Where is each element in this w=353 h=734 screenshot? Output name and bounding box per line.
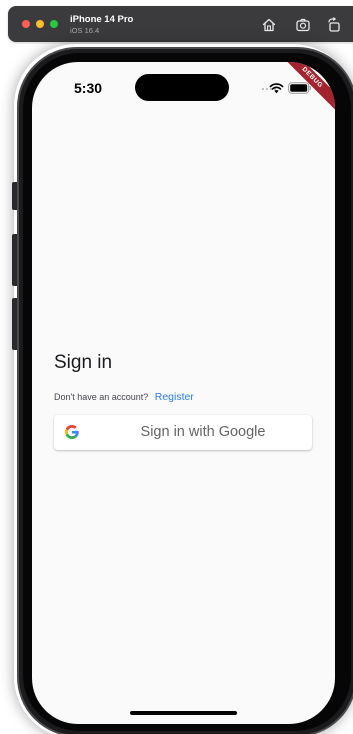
home-indicator[interactable] [130,711,237,715]
home-icon[interactable] [261,17,277,33]
page-title: Sign in [54,352,113,373]
register-prompt-line: Don't have an account? Register [54,387,194,405]
minimize-window-button[interactable] [36,20,44,28]
screenshot-icon[interactable] [295,17,311,33]
app-screen: 5:30 DEBUG Sign in Don't have an account… [32,62,335,724]
google-button-label: Sign in with Google [140,424,266,440]
dynamic-island [135,74,229,101]
register-prompt-text: Don't have an account? [54,392,149,402]
wifi-icon [269,83,284,94]
rotate-icon[interactable] [326,17,342,33]
simulator-titlebar: iPhone 14 Pro iOS 16.4 [8,6,353,42]
sign-in-with-google-button[interactable]: Sign in with Google [54,415,312,450]
close-window-button[interactable] [22,20,30,28]
os-version: iOS 16.4 [70,26,100,35]
status-time: 5:30 [74,80,103,96]
device-name: iPhone 14 Pro [70,14,134,25]
register-link[interactable]: Register [155,391,194,403]
zoom-window-button[interactable] [50,20,58,28]
google-logo-icon [65,425,79,439]
simulator-stage: iPhone 14 Pro iOS 16.4 5:30 DEBUG Sign i… [0,0,353,734]
